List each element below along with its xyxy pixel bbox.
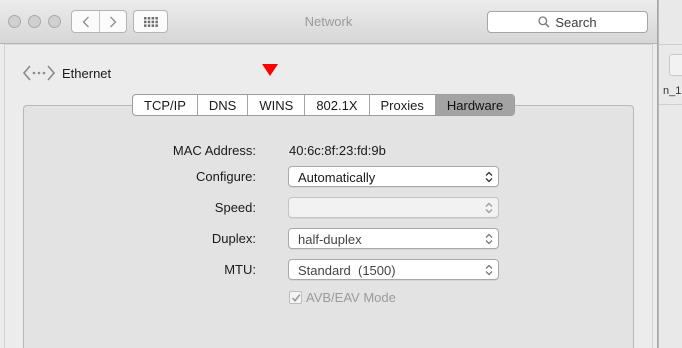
red-marker-triangle-icon bbox=[262, 64, 278, 76]
mtu-label: MTU: bbox=[224, 262, 256, 277]
updown-chevron-icon bbox=[485, 171, 493, 183]
background-divider bbox=[659, 44, 682, 45]
network-preferences-window: Network Search Ethernet TCP/IP DNS WINS … bbox=[0, 0, 658, 348]
background-window-text: n_1( bbox=[663, 85, 682, 97]
tab-bar: TCP/IP DNS WINS 802.1X Proxies Hardware bbox=[132, 94, 516, 116]
tab-tcpip[interactable]: TCP/IP bbox=[133, 95, 197, 115]
checkmark-icon bbox=[291, 293, 300, 302]
tab-hardware[interactable]: Hardware bbox=[434, 95, 515, 115]
mtu-popup[interactable]: Standard (1500) bbox=[288, 259, 499, 280]
tab-8021x[interactable]: 802.1X bbox=[304, 95, 368, 115]
configure-label: Configure: bbox=[196, 169, 256, 184]
tab-content-panel bbox=[23, 105, 634, 348]
configure-popup[interactable]: Automatically bbox=[288, 166, 499, 187]
content-border bbox=[4, 44, 5, 348]
updown-chevron-icon bbox=[485, 233, 493, 245]
tab-dns[interactable]: DNS bbox=[196, 95, 247, 115]
updown-chevron-icon bbox=[485, 202, 493, 214]
mtu-value: Standard (1500) bbox=[298, 263, 396, 278]
speed-popup[interactable] bbox=[288, 197, 499, 218]
search-icon bbox=[538, 16, 550, 28]
mac-address-label: MAC Address: bbox=[172, 143, 256, 158]
content-divider bbox=[4, 44, 653, 45]
duplex-label: Duplex: bbox=[211, 231, 256, 246]
avb-eav-mode-row: AVB/EAV Mode bbox=[289, 290, 396, 305]
tab-proxies[interactable]: Proxies bbox=[368, 95, 435, 115]
search-placeholder: Search bbox=[555, 14, 597, 30]
title-bar: Network Search bbox=[0, 0, 657, 44]
search-field[interactable]: Search bbox=[487, 11, 648, 33]
avb-eav-mode-label: AVB/EAV Mode bbox=[306, 290, 396, 305]
content-border bbox=[652, 44, 653, 348]
avb-eav-mode-checkbox[interactable] bbox=[289, 291, 302, 304]
background-tab bbox=[669, 54, 682, 76]
duplex-popup[interactable]: half-duplex bbox=[288, 228, 499, 249]
interface-name: Ethernet bbox=[62, 66, 112, 81]
configure-value: Automatically bbox=[298, 170, 376, 185]
background-window: n_1( bbox=[658, 0, 682, 348]
updown-chevron-icon bbox=[485, 264, 493, 276]
background-divider bbox=[659, 104, 682, 105]
speed-label: Speed: bbox=[214, 200, 256, 215]
mac-address-value: 40:6c:8f:23:fd:9b bbox=[289, 143, 386, 158]
tab-wins[interactable]: WINS bbox=[247, 95, 304, 115]
ethernet-arrows-icon bbox=[22, 65, 56, 81]
duplex-value: half-duplex bbox=[298, 232, 362, 247]
